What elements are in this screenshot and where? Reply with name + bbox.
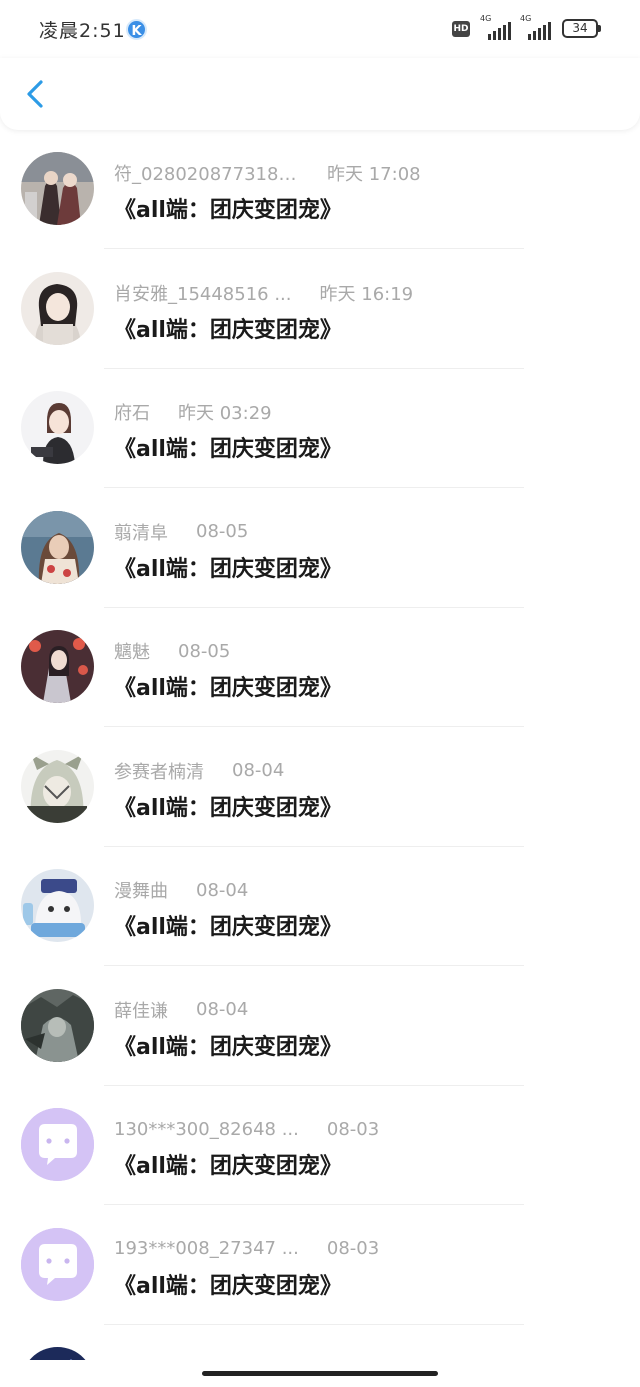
timestamp: 08-05 [178, 640, 231, 662]
timestamp: 08-04 [196, 879, 249, 901]
item-meta: 130***300_82648 ... 08-03 [114, 1118, 379, 1140]
item-title[interactable]: 《all端：团庆变团宠》 [114, 909, 342, 941]
avatar[interactable] [21, 630, 94, 703]
back-arrow-icon[interactable] [22, 76, 52, 112]
item-meta: 参赛者楠清 08-04 [114, 758, 285, 784]
item-meta: 薛佳谦 08-04 [114, 997, 249, 1023]
item-meta: 漫舞曲 08-04 [114, 877, 249, 903]
list-item[interactable]: 参赛者楠清 08-04 《all端：团庆变团宠》 [0, 728, 640, 848]
avatar[interactable] [21, 1347, 94, 1360]
item-title[interactable]: 《all端：团庆变团宠》 [114, 790, 342, 822]
user-name[interactable]: 193***008_27347 ... [114, 1238, 299, 1259]
user-name[interactable]: 府石 [114, 399, 150, 425]
user-name[interactable]: 肖安雅_15448516 ... [114, 280, 292, 306]
avatar[interactable] [21, 271, 94, 345]
user-name[interactable]: 漫舞曲 [114, 877, 168, 903]
home-indicator[interactable] [202, 1371, 438, 1376]
user-name[interactable]: 翦清阜 [114, 519, 168, 545]
avatar[interactable] [21, 988, 94, 1062]
status-bar: 凌晨2:51 K HD 4G 4G 34 [0, 0, 640, 58]
item-title[interactable]: 《all端：团庆变团宠》 [114, 670, 342, 702]
timestamp: 昨天 03:29 [178, 403, 272, 424]
user-name[interactable]: 薛佳谦 [114, 997, 168, 1023]
item-title[interactable]: 《all端：团庆变团宠》 [114, 1148, 342, 1180]
list-item[interactable]: 130***300_82648 ... 08-03 《all端：团庆变团宠》 [0, 1086, 640, 1206]
hd-voice-icon: HD [452, 21, 470, 37]
item-title[interactable]: 《all端：团庆变团宠》 [114, 1268, 342, 1300]
list-item[interactable]: 符_028020877318 ... 昨天 17:08 《all端：团庆变团宠》 [0, 130, 640, 250]
timestamp: 08-04 [196, 999, 249, 1020]
item-meta: 符_028020877318 ... 昨天 17:08 [114, 160, 421, 186]
user-name[interactable]: 魑魅 [114, 638, 150, 664]
item-meta: 193***008_27347 ... 08-03 [114, 1238, 379, 1260]
timestamp: 昨天 16:19 [319, 283, 414, 305]
list-item[interactable]: 府石 昨天 03:29 《all端：团庆变团宠》 [0, 369, 640, 489]
chat-bubble-icon [21, 1108, 94, 1181]
timestamp: 08-03 [326, 1118, 380, 1140]
signal-strength-icon-2: 4G [520, 14, 554, 40]
avatar[interactable] [21, 152, 94, 225]
notification-list: 符_028020877318 ... 昨天 17:08 《all端：团庆变团宠》… [0, 130, 640, 1360]
default-avatar[interactable] [21, 1227, 94, 1301]
list-item[interactable]: 魑魅 08-05 《all端：团庆变团宠》 [0, 608, 640, 728]
timestamp: 08-03 [326, 1238, 380, 1259]
app-notification-icon: K [126, 19, 147, 40]
item-title[interactable]: 《all端：团庆变团宠》 [114, 551, 342, 583]
avatar[interactable] [21, 510, 94, 584]
timestamp: 08-04 [232, 760, 285, 781]
item-meta [114, 1357, 142, 1360]
timestamp: 昨天 17:08 [327, 164, 421, 185]
item-meta: 肖安雅_15448516 ... 昨天 16:19 [114, 280, 414, 306]
item-meta: 魑魅 08-05 [114, 638, 231, 664]
list-item[interactable]: 薛佳谦 08-04 《all端：团庆变团宠》 [0, 967, 640, 1087]
item-meta: 府石 昨天 03:29 [114, 399, 272, 425]
avatar[interactable] [21, 391, 94, 464]
user-name[interactable]: 130***300_82648 ... [114, 1119, 299, 1140]
chat-bubble-icon [21, 1227, 94, 1301]
item-meta: 翦清阜 08-05 [114, 519, 249, 545]
user-name[interactable]: 参赛者楠清 [114, 758, 204, 784]
battery-icon: 34 [562, 19, 601, 38]
signal-strength-icon: 4G [480, 14, 514, 40]
item-title[interactable]: 《all端：团庆变团宠》 [114, 1029, 342, 1061]
item-title[interactable]: 《all端：团庆变团宠》 [114, 431, 342, 463]
status-time: 凌晨2:51 [39, 20, 126, 42]
item-title[interactable]: 《all端：团庆变团宠》 [114, 312, 342, 344]
timestamp: 08-05 [196, 521, 249, 542]
list-item[interactable]: 漫舞曲 08-04 《all端：团庆变团宠》 [0, 847, 640, 967]
list-item[interactable]: 翦清阜 08-05 《all端：团庆变团宠》 [0, 489, 640, 609]
list-item[interactable]: 193***008_27347 ... 08-03 《all端：团庆变团宠》 [0, 1206, 640, 1326]
item-title[interactable]: 《all端：团庆变团宠》 [114, 192, 342, 224]
avatar[interactable] [21, 869, 94, 942]
default-avatar[interactable] [21, 1108, 94, 1181]
avatar[interactable] [21, 749, 94, 823]
top-nav-bar [0, 58, 640, 130]
list-item[interactable] [0, 1325, 640, 1360]
user-name[interactable]: 符_028020877318 ... [114, 160, 299, 186]
list-item[interactable]: 肖安雅_15448516 ... 昨天 16:19 《all端：团庆变团宠》 [0, 250, 640, 370]
